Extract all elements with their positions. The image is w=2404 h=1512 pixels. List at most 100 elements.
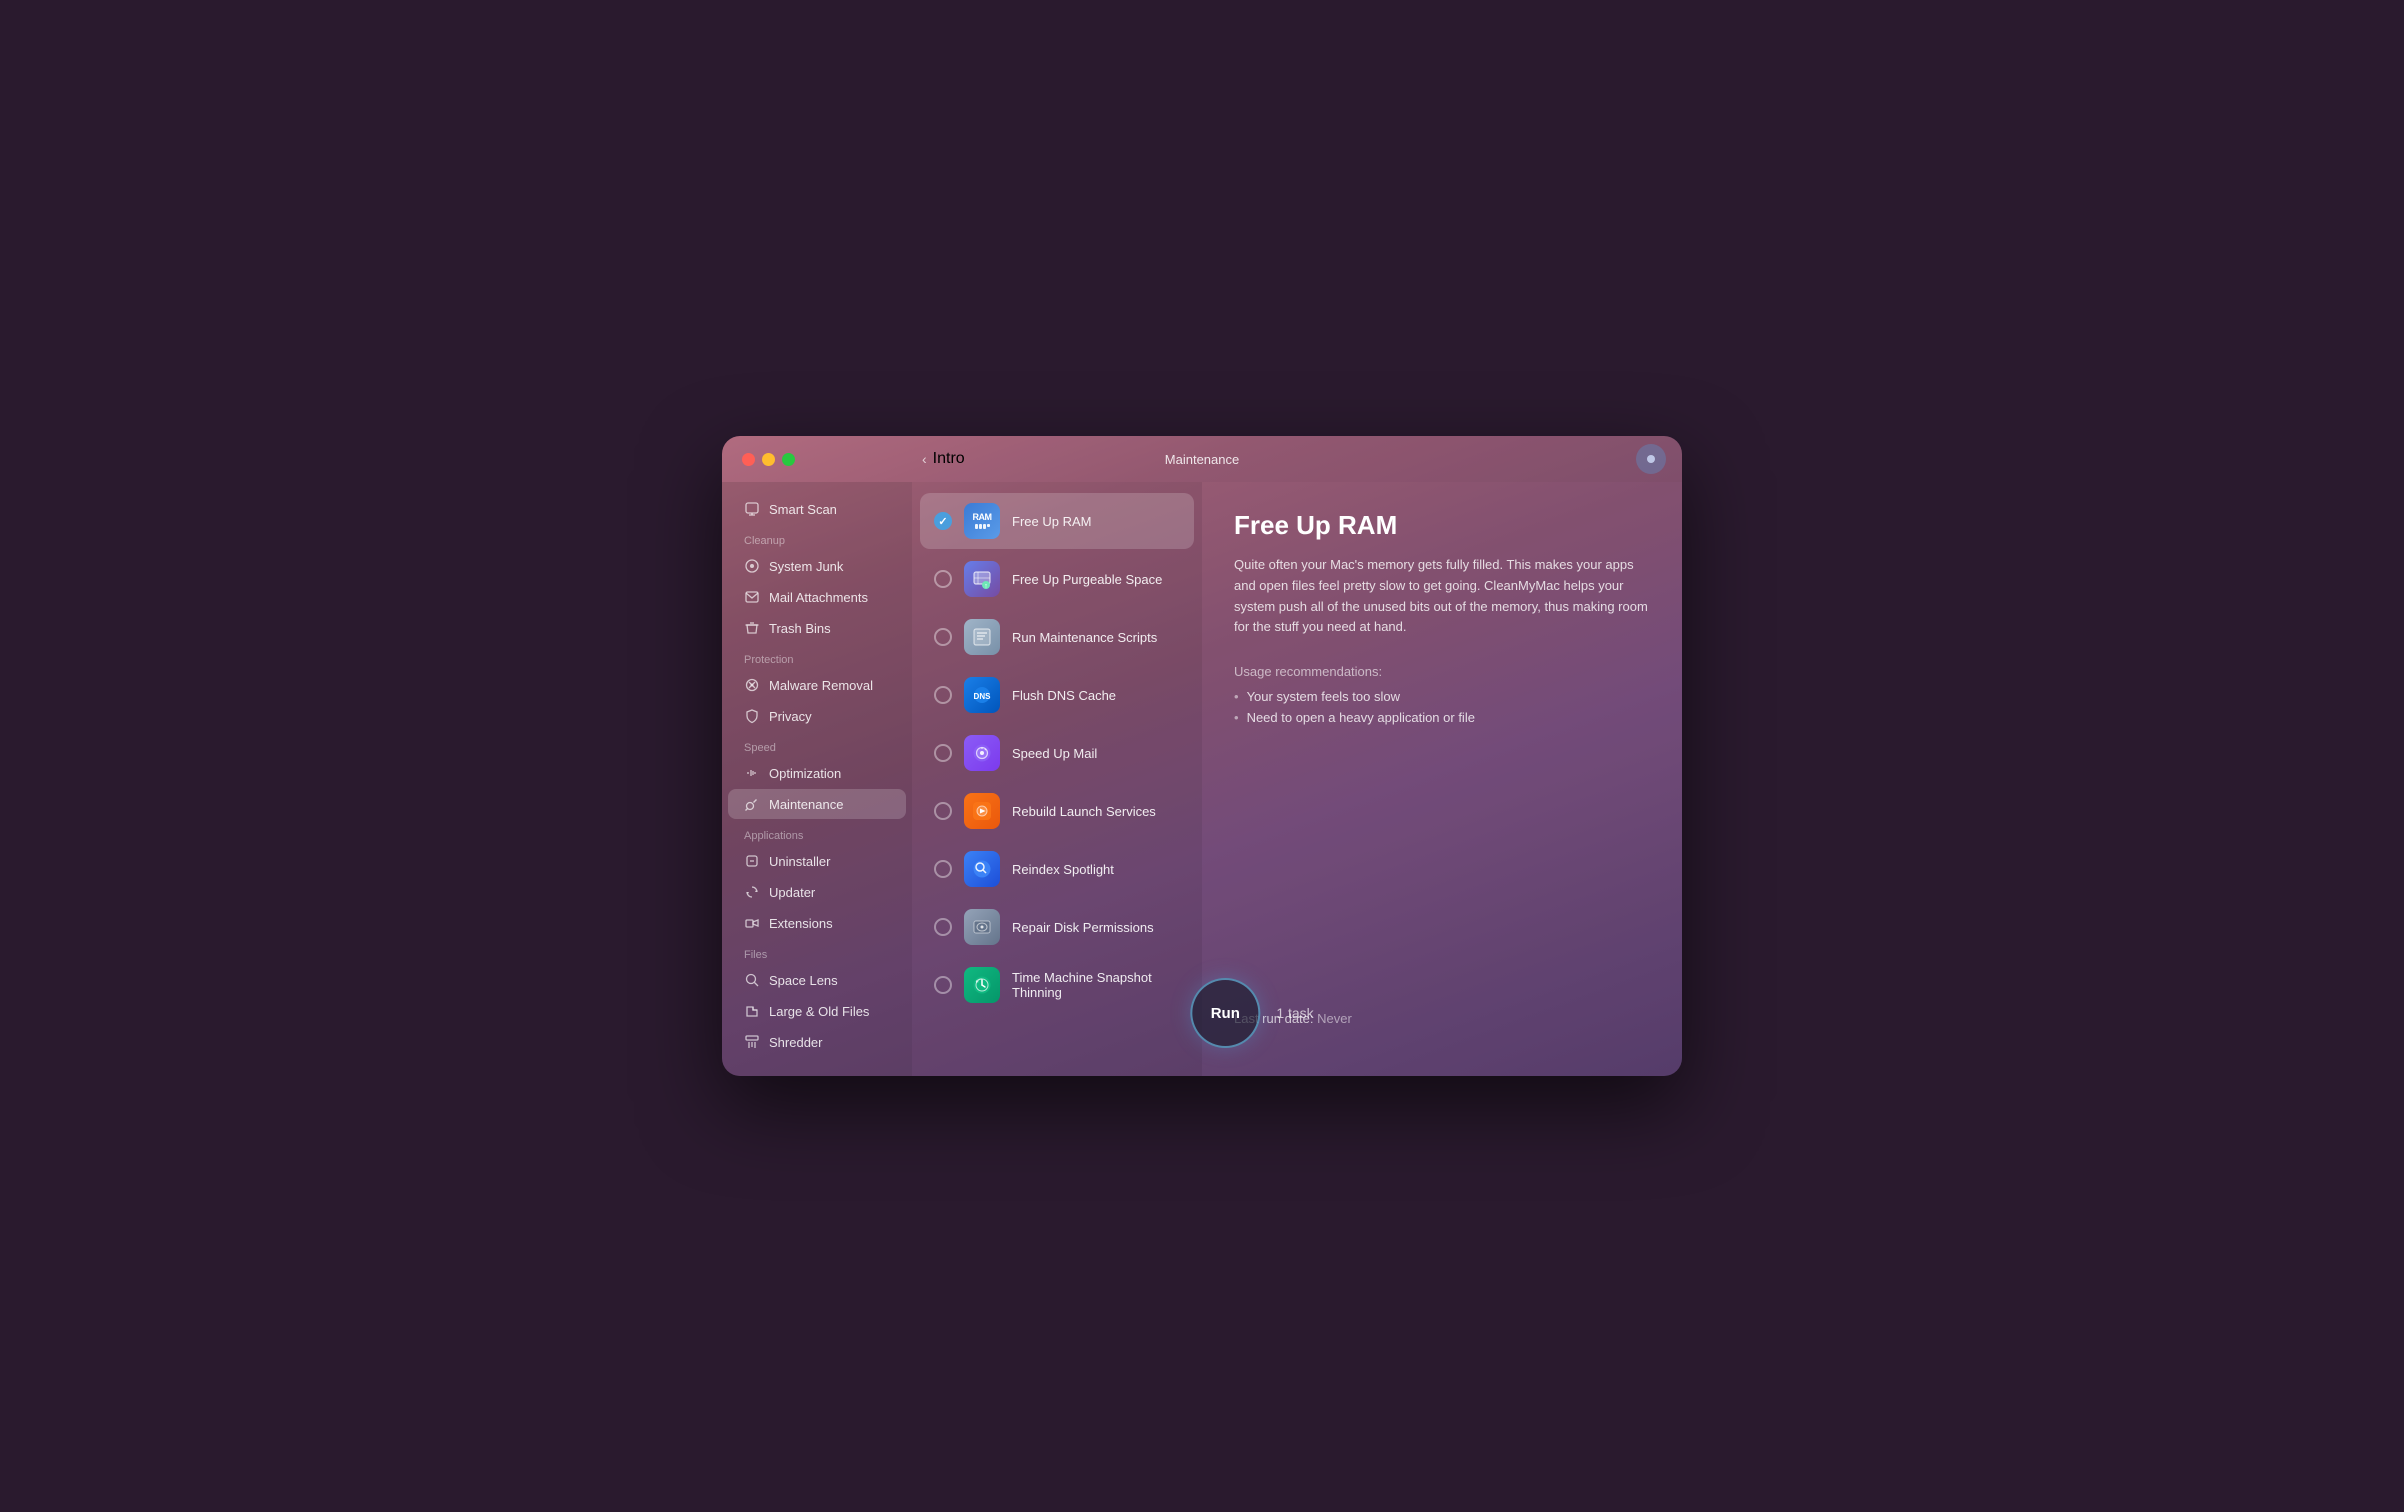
sidebar-item-label: Uninstaller <box>769 854 830 869</box>
sidebar-item-smart-scan[interactable]: Smart Scan <box>728 494 906 524</box>
sidebar-item-label: Mail Attachments <box>769 590 868 605</box>
back-label[interactable]: Intro <box>933 450 965 468</box>
app-window: ‹ Intro Maintenance Smart Scan Cleanup <box>722 436 1682 1076</box>
svg-text:↑: ↑ <box>984 583 988 590</box>
sidebar-item-maintenance[interactable]: Maintenance <box>728 789 906 819</box>
task-label-free-up-purgeable: Free Up Purgeable Space <box>1012 572 1162 587</box>
back-chevron-icon: ‹ <box>922 451 927 467</box>
section-label-speed: Speed <box>722 732 912 758</box>
sidebar-item-label: Malware Removal <box>769 678 873 693</box>
section-label-protection: Protection <box>722 644 912 670</box>
sidebar-item-shredder[interactable]: Shredder <box>728 1027 906 1057</box>
task-label-time-machine-thinning: Time Machine Snapshot Thinning <box>1012 970 1180 1000</box>
usage-list: Your system feels too slow Need to open … <box>1234 689 1650 731</box>
maximize-button[interactable] <box>782 453 795 466</box>
detail-title: Free Up RAM <box>1234 510 1650 541</box>
task-item-speed-up-mail[interactable]: Speed Up Mail <box>920 725 1194 781</box>
maintenance-icon <box>744 796 760 812</box>
run-button[interactable]: Run <box>1190 978 1260 1048</box>
sidebar-item-extensions[interactable]: Extensions <box>728 908 906 938</box>
usage-item-2: Need to open a heavy application or file <box>1234 710 1650 725</box>
task-radio-free-up-purgeable[interactable] <box>934 570 952 588</box>
last-run-value: Never <box>1317 1011 1352 1026</box>
system-junk-icon <box>744 558 760 574</box>
sidebar-item-label: Updater <box>769 885 815 900</box>
extensions-icon <box>744 915 760 931</box>
minimize-button[interactable] <box>762 453 775 466</box>
task-icon-reindex-spotlight <box>964 851 1000 887</box>
sidebar-item-label: Space Lens <box>769 973 838 988</box>
task-label-rebuild-launch-services: Rebuild Launch Services <box>1012 804 1156 819</box>
sidebar-item-label: Shredder <box>769 1035 822 1050</box>
avatar-button[interactable] <box>1636 444 1666 474</box>
space-lens-icon <box>744 972 760 988</box>
sidebar-item-label: Privacy <box>769 709 812 724</box>
title-bar: ‹ Intro Maintenance <box>722 436 1682 482</box>
task-item-flush-dns-cache[interactable]: DNS Flush DNS Cache <box>920 667 1194 723</box>
task-item-run-maintenance-scripts[interactable]: Run Maintenance Scripts <box>920 609 1194 665</box>
detail-description: Quite often your Mac's memory gets fully… <box>1234 555 1650 638</box>
task-label-flush-dns-cache: Flush DNS Cache <box>1012 688 1116 703</box>
task-radio-time-machine-thinning[interactable] <box>934 976 952 994</box>
task-item-time-machine-thinning[interactable]: Time Machine Snapshot Thinning <box>920 957 1194 1013</box>
smart-scan-icon <box>744 501 760 517</box>
sidebar-item-mail-attachments[interactable]: Mail Attachments <box>728 582 906 612</box>
usage-recommendations-label: Usage recommendations: <box>1234 664 1650 679</box>
task-label-run-maintenance-scripts: Run Maintenance Scripts <box>1012 630 1157 645</box>
sidebar-item-updater[interactable]: Updater <box>728 877 906 907</box>
sidebar-item-label: Extensions <box>769 916 833 931</box>
updater-icon <box>744 884 760 900</box>
sidebar-item-system-junk[interactable]: System Junk <box>728 551 906 581</box>
section-label-files: Files <box>722 939 912 965</box>
sidebar-item-trash-bins[interactable]: Trash Bins <box>728 613 906 643</box>
task-label-repair-disk-permissions: Repair Disk Permissions <box>1012 920 1154 935</box>
task-radio-rebuild-launch-services[interactable] <box>934 802 952 820</box>
task-radio-speed-up-mail[interactable] <box>934 744 952 762</box>
task-label-free-up-ram: Free Up RAM <box>1012 514 1091 529</box>
task-icon-rebuild-launch-services <box>964 793 1000 829</box>
uninstaller-icon <box>744 853 760 869</box>
task-radio-reindex-spotlight[interactable] <box>934 860 952 878</box>
mail-attachments-icon <box>744 589 760 605</box>
back-nav[interactable]: ‹ Intro <box>922 450 965 468</box>
task-item-free-up-ram[interactable]: RAM Free Up RAM <box>920 493 1194 549</box>
task-item-reindex-spotlight[interactable]: Reindex Spotlight <box>920 841 1194 897</box>
sidebar-item-label: Large & Old Files <box>769 1004 869 1019</box>
task-radio-run-maintenance-scripts[interactable] <box>934 628 952 646</box>
task-radio-repair-disk-permissions[interactable] <box>934 918 952 936</box>
sidebar-item-label: Maintenance <box>769 797 843 812</box>
sidebar-item-optimization[interactable]: Optimization <box>728 758 906 788</box>
trash-bins-icon <box>744 620 760 636</box>
sidebar-item-label: Optimization <box>769 766 841 781</box>
large-old-files-icon <box>744 1003 760 1019</box>
task-icon-free-up-ram: RAM <box>964 503 1000 539</box>
task-label-speed-up-mail: Speed Up Mail <box>1012 746 1097 761</box>
malware-removal-icon <box>744 677 760 693</box>
sidebar-item-space-lens[interactable]: Space Lens <box>728 965 906 995</box>
task-icon-time-machine-thinning <box>964 967 1000 1003</box>
sidebar-item-privacy[interactable]: Privacy <box>728 701 906 731</box>
task-item-repair-disk-permissions[interactable]: Repair Disk Permissions <box>920 899 1194 955</box>
task-radio-flush-dns-cache[interactable] <box>934 686 952 704</box>
task-icon-free-up-purgeable: ↑ <box>964 561 1000 597</box>
close-button[interactable] <box>742 453 755 466</box>
sidebar-item-malware-removal[interactable]: Malware Removal <box>728 670 906 700</box>
sidebar: Smart Scan Cleanup System Junk <box>722 482 912 1076</box>
run-task-count: 1 task <box>1276 1005 1313 1021</box>
traffic-lights <box>742 453 795 466</box>
avatar-icon <box>1647 455 1655 463</box>
window-title: Maintenance <box>1165 452 1239 467</box>
task-icon-run-maintenance-scripts <box>964 619 1000 655</box>
svg-text:DNS: DNS <box>974 692 992 701</box>
task-item-rebuild-launch-services[interactable]: Rebuild Launch Services <box>920 783 1194 839</box>
task-icon-flush-dns-cache: DNS <box>964 677 1000 713</box>
run-area: Run 1 task <box>1190 978 1313 1048</box>
task-item-free-up-purgeable[interactable]: ↑ Free Up Purgeable Space <box>920 551 1194 607</box>
task-radio-free-up-ram[interactable] <box>934 512 952 530</box>
section-label-cleanup: Cleanup <box>722 525 912 551</box>
shredder-icon <box>744 1034 760 1050</box>
sidebar-item-large-old-files[interactable]: Large & Old Files <box>728 996 906 1026</box>
sidebar-item-label: System Junk <box>769 559 843 574</box>
task-panel: RAM Free Up RAM <box>912 482 1202 1076</box>
sidebar-item-uninstaller[interactable]: Uninstaller <box>728 846 906 876</box>
